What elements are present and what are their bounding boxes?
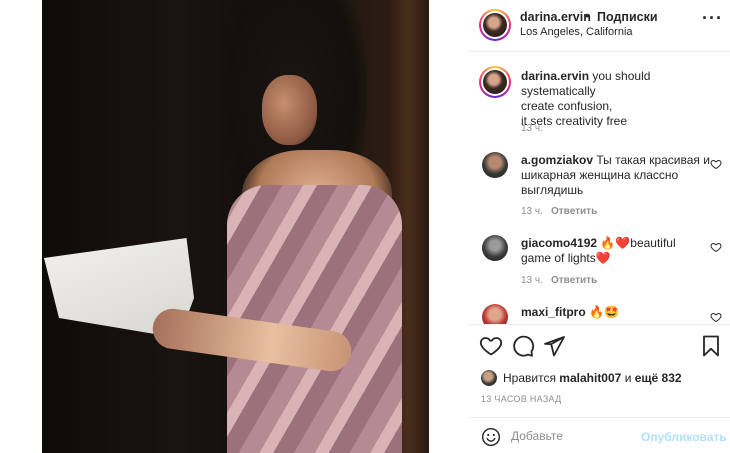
following-button[interactable]: Подписки	[597, 10, 658, 24]
liker-username[interactable]: malahit007	[559, 371, 621, 385]
like-comment-heart-icon[interactable]	[710, 158, 722, 170]
post-actions: Нравится malahit007 и ещё 832 13 ЧАСОВ Н…	[469, 324, 730, 422]
author-username[interactable]: darina.ervin	[520, 10, 591, 24]
post-timestamp[interactable]: 13 ЧАСОВ НАЗАД	[481, 394, 562, 404]
post-photo[interactable]	[42, 0, 429, 453]
instagram-post-view: darina.ervin • Подписки Los Angeles, Cal…	[0, 0, 730, 453]
comment-username[interactable]: giacomo4192	[521, 236, 597, 250]
comment-text: maxi_fitpro 🔥🤩	[521, 305, 721, 320]
avatar-image	[483, 70, 507, 94]
commenter-avatar[interactable]	[482, 304, 508, 324]
comment-line-1: 🔥🤩	[589, 305, 619, 319]
photo-face	[262, 75, 317, 145]
comment-time[interactable]: 13 ч.	[521, 206, 543, 217]
add-comment-bar: Опубликовать	[469, 417, 730, 453]
caption-line-2: create confusion,	[521, 99, 613, 113]
comment-line-2: game of lights❤️	[521, 251, 611, 265]
comment-username[interactable]: a.gomziakov	[521, 153, 593, 167]
avatar-image	[483, 13, 507, 37]
post-location[interactable]: Los Angeles, California	[520, 26, 633, 38]
reply-button[interactable]: Ответить	[551, 275, 597, 286]
post-side-panel: darina.ervin • Подписки Los Angeles, Cal…	[469, 0, 730, 453]
comments-list[interactable]: darina.ervin you should systematically c…	[469, 52, 730, 324]
comment-time[interactable]: 13 ч.	[521, 275, 543, 286]
share-paper-plane-icon[interactable]	[542, 334, 566, 358]
like-comment-heart-icon[interactable]	[710, 311, 722, 323]
post-header: darina.ervin • Подписки Los Angeles, Cal…	[469, 0, 730, 52]
caption-text: darina.ervin you should systematically c…	[521, 69, 721, 129]
publish-button[interactable]: Опубликовать	[641, 430, 727, 444]
comment-bubble-icon[interactable]	[511, 334, 535, 358]
commenter-avatar[interactable]	[482, 235, 508, 261]
comment-text: giacomo4192 🔥❤️beautiful game of lights❤…	[521, 236, 721, 266]
caption-author-avatar[interactable]	[479, 66, 511, 98]
liker-avatar	[481, 370, 497, 386]
likes-prefix: Нравится	[503, 371, 556, 385]
caption-time[interactable]: 13 ч.	[521, 123, 543, 134]
author-avatar[interactable]	[479, 9, 511, 41]
comment-username[interactable]: maxi_fitpro	[521, 305, 586, 319]
likes-summary[interactable]: Нравится malahit007 и ещё 832	[481, 370, 682, 386]
add-comment-input[interactable]	[511, 426, 631, 446]
like-comment-heart-icon[interactable]	[710, 241, 722, 253]
comment-line-1: Ты такая красивая и	[596, 153, 710, 167]
save-bookmark-icon[interactable]	[699, 334, 723, 358]
likes-count[interactable]: ещё 832	[635, 371, 682, 385]
page-background	[0, 0, 42, 453]
emoji-smiley-icon[interactable]	[481, 427, 501, 447]
reply-button[interactable]: Ответить	[551, 206, 597, 217]
comment-line-3: выглядишь	[521, 183, 584, 197]
likes-middle: и	[624, 371, 632, 385]
comment-line-2: шикарная женщина классно	[521, 168, 679, 182]
comment-text: a.gomziakov Ты такая красивая и шикарная…	[521, 153, 721, 198]
like-heart-icon[interactable]	[479, 334, 503, 358]
caption-username[interactable]: darina.ervin	[521, 69, 589, 83]
more-options-icon[interactable]: ···	[702, 8, 723, 29]
comment-line-1: 🔥❤️beautiful	[600, 236, 676, 250]
header-separator: •	[585, 9, 590, 23]
commenter-avatar[interactable]	[482, 152, 508, 178]
